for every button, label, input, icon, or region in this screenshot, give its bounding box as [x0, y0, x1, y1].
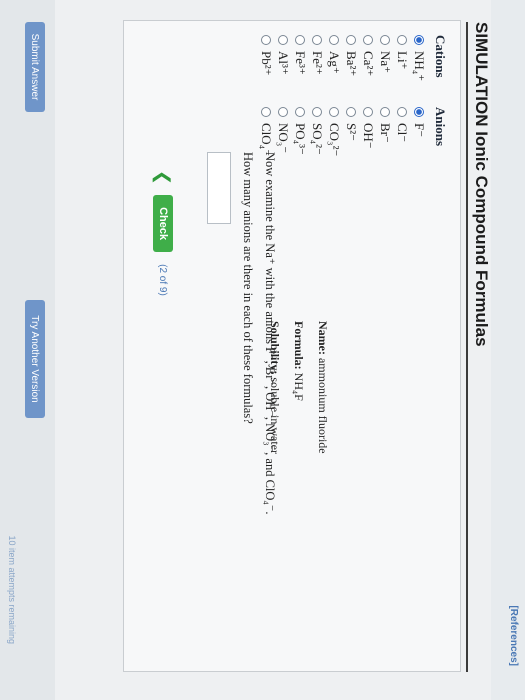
radio-button-icon[interactable]	[397, 35, 408, 45]
cation-option[interactable]: Ca²⁺	[360, 35, 377, 76]
cation-label: Ca²⁺	[361, 51, 377, 77]
radio-button-icon[interactable]	[329, 107, 340, 117]
anion-option[interactable]: S²⁻	[343, 107, 360, 141]
try-another-version-button[interactable]: Try Another Version	[25, 300, 45, 418]
anion-option[interactable]: CO₃²⁻	[326, 107, 343, 156]
radio-button-icon[interactable]	[312, 35, 323, 45]
simulation-panel: Cations Anions NH₄⁺ Li⁺ Na⁺ Ca²⁺ Ba²⁺ Ag⁺ Fe²⁺…	[123, 20, 461, 672]
cation-option[interactable]: Fe³⁺	[292, 35, 309, 75]
cation-option[interactable]: Na⁺	[377, 35, 394, 73]
chevron-left-icon[interactable]: ❮	[153, 170, 174, 185]
anion-option[interactable]: ClO₄⁻	[258, 107, 275, 156]
cation-label: Ba²⁺	[344, 51, 360, 77]
cation-option[interactable]: Al³⁺	[275, 35, 292, 75]
radio-button-icon[interactable]	[397, 107, 408, 117]
compound-formula: Formula: NH₄F	[291, 321, 306, 401]
question-block: Now examine the Na⁺ with the anions F⁻, …	[237, 152, 281, 632]
radio-button-icon[interactable]	[346, 35, 357, 45]
anion-label: S²⁻	[344, 123, 360, 141]
question-counter: (2 of 9)	[157, 264, 169, 296]
radio-button-icon[interactable]	[414, 35, 425, 45]
radio-button-icon[interactable]	[380, 107, 391, 117]
top-bar: [References]	[491, 0, 525, 700]
radio-button-icon[interactable]	[346, 107, 357, 117]
radio-button-icon[interactable]	[261, 107, 272, 117]
cation-label: Li⁺	[395, 51, 411, 70]
cation-label: Fe²⁺	[310, 51, 326, 75]
anion-option[interactable]: Br⁻	[377, 107, 394, 143]
radio-button-icon[interactable]	[295, 35, 306, 45]
cation-label: Na⁺	[378, 51, 394, 74]
radio-button-icon[interactable]	[278, 35, 289, 45]
name-label: Name:	[316, 321, 330, 355]
anion-label: F⁻	[412, 123, 428, 138]
references-link[interactable]: [References]	[508, 605, 519, 666]
check-button[interactable]: Check	[153, 195, 173, 253]
radio-button-icon[interactable]	[363, 107, 374, 117]
radio-button-icon[interactable]	[278, 107, 289, 117]
anion-label: OH⁻	[361, 123, 377, 149]
submit-answer-button[interactable]: Submit Answer	[25, 22, 45, 112]
anion-option[interactable]: NO₃⁻	[275, 107, 292, 153]
radio-button-icon[interactable]	[312, 107, 323, 117]
anion-option[interactable]: F⁻	[411, 107, 428, 137]
name-value: ammonium fluoride	[316, 357, 330, 454]
cation-option[interactable]: Pb²⁺	[258, 35, 275, 76]
cation-option[interactable]: Fe²⁺	[309, 35, 326, 75]
radio-button-icon[interactable]	[329, 35, 340, 45]
anion-label: CO₃²⁻	[327, 123, 343, 157]
question-line-1: Now examine the Na⁺ with the anions F⁻, …	[263, 152, 277, 515]
cations-heading: Cations	[433, 35, 448, 78]
anion-option[interactable]: Cl⁻	[394, 107, 411, 142]
anion-option[interactable]: PO₄³⁻	[292, 107, 309, 155]
anion-label: Br⁻	[378, 123, 394, 143]
cation-option[interactable]: Ag⁺	[326, 35, 343, 74]
cation-option[interactable]: Ba²⁺	[343, 35, 360, 76]
navigation-row: ❮ Check (2 of 9)	[151, 170, 175, 296]
cation-label: Ag⁺	[327, 51, 343, 74]
question-line-2: How many anions are there in each of the…	[241, 152, 255, 424]
cation-label: Al³⁺	[276, 51, 292, 75]
radio-button-icon[interactable]	[380, 35, 391, 45]
formula-label: Formula:	[292, 321, 306, 370]
anion-option[interactable]: SO₄²⁻	[309, 107, 326, 155]
anion-label: SO₄²⁻	[310, 123, 326, 155]
page-canvas: [References] SIMULATION Ionic Compound F…	[0, 0, 525, 700]
cation-label: Fe³⁺	[293, 51, 309, 75]
compound-name: Name: ammonium fluoride	[315, 321, 330, 454]
radio-button-icon[interactable]	[363, 35, 374, 45]
radio-button-icon[interactable]	[414, 107, 425, 117]
anion-option[interactable]: OH⁻	[360, 107, 377, 149]
answer-input[interactable]	[207, 152, 231, 224]
anion-label: Cl⁻	[395, 123, 411, 143]
cation-option[interactable]: Li⁺	[394, 35, 411, 69]
cation-option[interactable]: NH₄⁺	[411, 35, 428, 81]
attempts-remaining: 10 item attempts remaining	[7, 535, 17, 644]
radio-button-icon[interactable]	[295, 107, 306, 117]
radio-button-icon[interactable]	[261, 35, 272, 45]
anion-label: PO₄³⁻	[293, 123, 309, 155]
page-title: SIMULATION Ionic Compound Formulas	[466, 22, 491, 672]
anions-heading: Anions	[433, 107, 448, 147]
anion-label: NO₃⁻	[276, 123, 292, 154]
cation-label: Pb²⁺	[259, 51, 275, 76]
cation-label: NH₄⁺	[412, 51, 428, 82]
formula-value: NH₄F	[292, 372, 306, 401]
